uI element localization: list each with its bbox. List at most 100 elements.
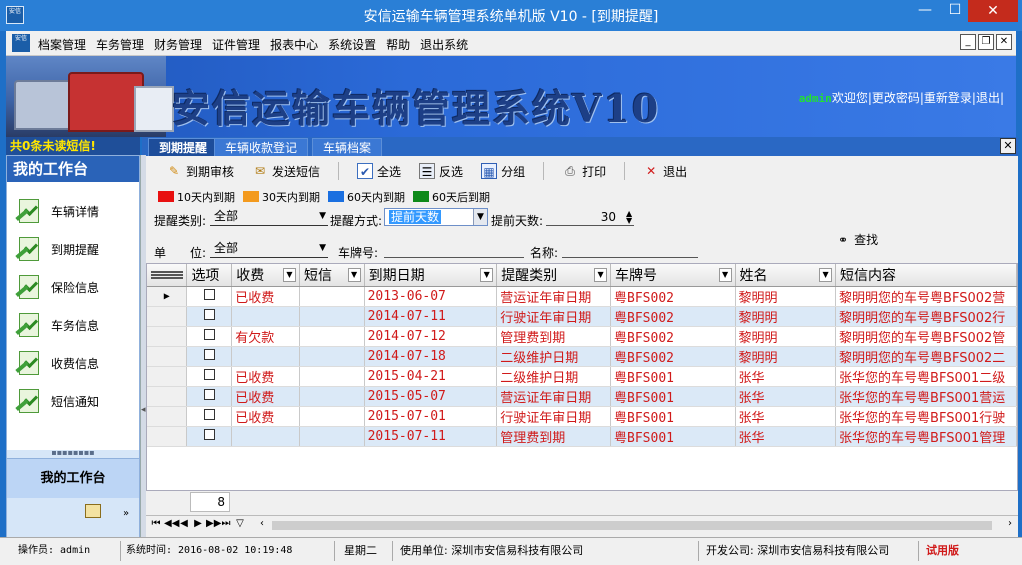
menu-settings[interactable]: 系统设置 <box>328 36 376 53</box>
name-cell[interactable]: 黎明明 <box>735 286 837 307</box>
notes-icon[interactable] <box>85 504 101 518</box>
filter-dropdown-icon[interactable]: ▼ <box>283 268 296 282</box>
next-page-icon[interactable]: ▶▶ <box>206 518 221 529</box>
name-cell[interactable]: 黎明明 <box>735 326 837 347</box>
filter-dropdown-icon[interactable]: ▼ <box>819 268 833 282</box>
unread-sms-notice[interactable]: 共0条未读短信! <box>6 137 140 155</box>
name-cell[interactable]: 张华 <box>735 366 837 387</box>
date-cell[interactable]: 2014-07-18 <box>364 346 498 367</box>
date-cell[interactable]: 2015-04-21 <box>364 366 498 387</box>
sidebar-item-expiry-reminder[interactable]: 到期提醒 <box>7 230 139 268</box>
fee-cell[interactable]: 已收费 <box>231 286 300 307</box>
menu-archive[interactable]: 档案管理 <box>38 36 86 53</box>
first-record-icon[interactable]: ⏮ <box>150 518 162 529</box>
sidebar-item-fees[interactable]: 收费信息 <box>7 344 139 382</box>
audit-button[interactable]: ✎ 到期审核 <box>166 160 234 182</box>
sidebar-item-sms[interactable]: 短信通知 <box>7 382 139 420</box>
days-spinner[interactable]: 30 <box>546 208 634 226</box>
sms-cell[interactable] <box>299 326 365 347</box>
sms-cell[interactable] <box>299 406 365 427</box>
prev-record-icon[interactable]: ◀ <box>178 518 190 529</box>
sidebar-item-vehicle-affairs[interactable]: 车务信息 <box>7 306 139 344</box>
invert-selection-button[interactable]: ☰ 反选 <box>419 160 463 182</box>
next-record-icon[interactable]: ▶ <box>192 518 204 529</box>
fee-cell[interactable] <box>231 426 300 447</box>
type-cell[interactable]: 行驶证年审日期 <box>496 306 612 327</box>
menu-finance[interactable]: 财务管理 <box>154 36 202 53</box>
type-cell[interactable]: 营运证年审日期 <box>496 286 612 307</box>
sms-cell[interactable] <box>299 386 365 407</box>
col-sms[interactable]: 短信 ▼ <box>299 264 365 287</box>
content-cell[interactable]: 张华您的车号粤BFS001二级 <box>835 366 1017 387</box>
col-name[interactable]: 姓名 ▼ <box>735 264 837 287</box>
date-cell[interactable]: 2014-07-11 <box>364 306 498 327</box>
content-cell[interactable]: 黎明明您的车号粤BFS002行 <box>835 306 1017 327</box>
content-cell[interactable]: 张华您的车号粤BFS001行驶 <box>835 406 1017 427</box>
fee-cell[interactable]: 有欠款 <box>231 326 300 347</box>
table-row[interactable]: 已收费 2015-05-07 营运证年审日期 粤BFS001 张华 张华您的车号… <box>147 386 1017 407</box>
select-all-button[interactable]: ✔ 全选 <box>357 160 401 182</box>
row-indicator-header[interactable] <box>147 264 188 287</box>
fee-cell[interactable] <box>231 306 300 327</box>
sms-cell[interactable] <box>299 426 365 447</box>
content-cell[interactable]: 张华您的车号粤BFS001管理 <box>835 426 1017 447</box>
filter-icon[interactable]: ▽ <box>234 518 246 529</box>
close-button[interactable]: ✕ <box>968 0 1018 22</box>
row-checkbox[interactable] <box>186 326 233 347</box>
fee-cell[interactable]: 已收费 <box>231 406 300 427</box>
filter-dropdown-icon[interactable]: ▼ <box>594 268 608 282</box>
tab-vehicle-archive[interactable]: 车辆档案 <box>312 138 383 156</box>
content-cell[interactable]: 黎明明您的车号粤BFS002管 <box>835 326 1017 347</box>
find-button[interactable]: ⚭ 查找 <box>838 231 878 248</box>
plate-input[interactable] <box>384 240 524 258</box>
method-select[interactable]: 提前天数 ▼ <box>384 208 488 226</box>
scroll-thumb[interactable] <box>272 521 992 530</box>
col-expiry-date[interactable]: 到期日期 ▼ <box>364 264 498 287</box>
account-links[interactable]: 欢迎您|更改密码|重新登录|退出| <box>832 91 1004 105</box>
sms-cell[interactable] <box>299 366 365 387</box>
date-cell[interactable]: 2014-07-12 <box>364 326 498 347</box>
name-cell[interactable]: 黎明明 <box>735 306 837 327</box>
row-checkbox[interactable] <box>186 306 233 327</box>
horizontal-scrollbar[interactable]: ‹ › <box>258 518 1014 533</box>
menu-vehicle-affairs[interactable]: 车务管理 <box>96 36 144 53</box>
filter-dropdown-icon[interactable]: ▼ <box>480 268 494 282</box>
sms-cell[interactable] <box>299 306 365 327</box>
row-checkbox[interactable] <box>186 386 233 407</box>
filter-dropdown-icon[interactable]: ▼ <box>347 268 361 282</box>
type-cell[interactable]: 营运证年审日期 <box>496 386 612 407</box>
sms-cell[interactable] <box>299 286 365 307</box>
type-select[interactable]: 全部 ▼ <box>210 208 328 226</box>
plate-cell[interactable]: 粤BFS002 <box>610 306 736 327</box>
sidebar-grip[interactable]: ▪▪▪▪▪▪▪▪ <box>7 449 139 458</box>
name-cell[interactable]: 黎明明 <box>735 346 837 367</box>
menu-help[interactable]: 帮助 <box>386 36 410 53</box>
chevron-more-icon[interactable]: » <box>123 508 129 519</box>
type-cell[interactable]: 管理费到期 <box>496 426 612 447</box>
plate-cell[interactable]: 粤BFS002 <box>610 346 736 367</box>
maximize-button[interactable]: ☐ <box>940 0 970 22</box>
unit-select[interactable]: 全部 ▼ <box>210 240 328 258</box>
exit-button[interactable]: ✕ 退出 <box>643 160 687 182</box>
fee-cell[interactable]: 已收费 <box>231 366 300 387</box>
sidebar-item-vehicle-details[interactable]: 车辆详情 <box>7 192 139 230</box>
row-checkbox[interactable] <box>186 286 233 307</box>
type-cell[interactable]: 二级维护日期 <box>496 346 612 367</box>
row-checkbox[interactable] <box>186 346 233 367</box>
mdi-close-button[interactable]: ✕ <box>996 34 1012 50</box>
plate-cell[interactable]: 粤BFS002 <box>610 326 736 347</box>
group-button[interactable]: ▦ 分组 <box>481 160 525 182</box>
col-sms-content[interactable]: 短信内容 <box>835 264 1017 287</box>
scroll-right-icon[interactable]: › <box>1008 518 1012 529</box>
tab-expiry-reminder[interactable]: 到期提醒 <box>148 138 219 156</box>
sms-cell[interactable] <box>299 346 365 367</box>
sidebar-item-insurance[interactable]: 保险信息 <box>7 268 139 306</box>
content-cell[interactable]: 张华您的车号粤BFS001营运 <box>835 386 1017 407</box>
close-tab-icon[interactable]: ✕ <box>1000 138 1016 154</box>
table-row[interactable]: 2014-07-11 行驶证年审日期 粤BFS002 黎明明 黎明明您的车号粤B… <box>147 306 1017 327</box>
type-cell[interactable]: 管理费到期 <box>496 326 612 347</box>
name-cell[interactable]: 张华 <box>735 406 837 427</box>
col-plate[interactable]: 车牌号 ▼ <box>610 264 736 287</box>
tab-vehicle-payment[interactable]: 车辆收款登记 <box>214 138 309 156</box>
type-cell[interactable]: 二级维护日期 <box>496 366 612 387</box>
